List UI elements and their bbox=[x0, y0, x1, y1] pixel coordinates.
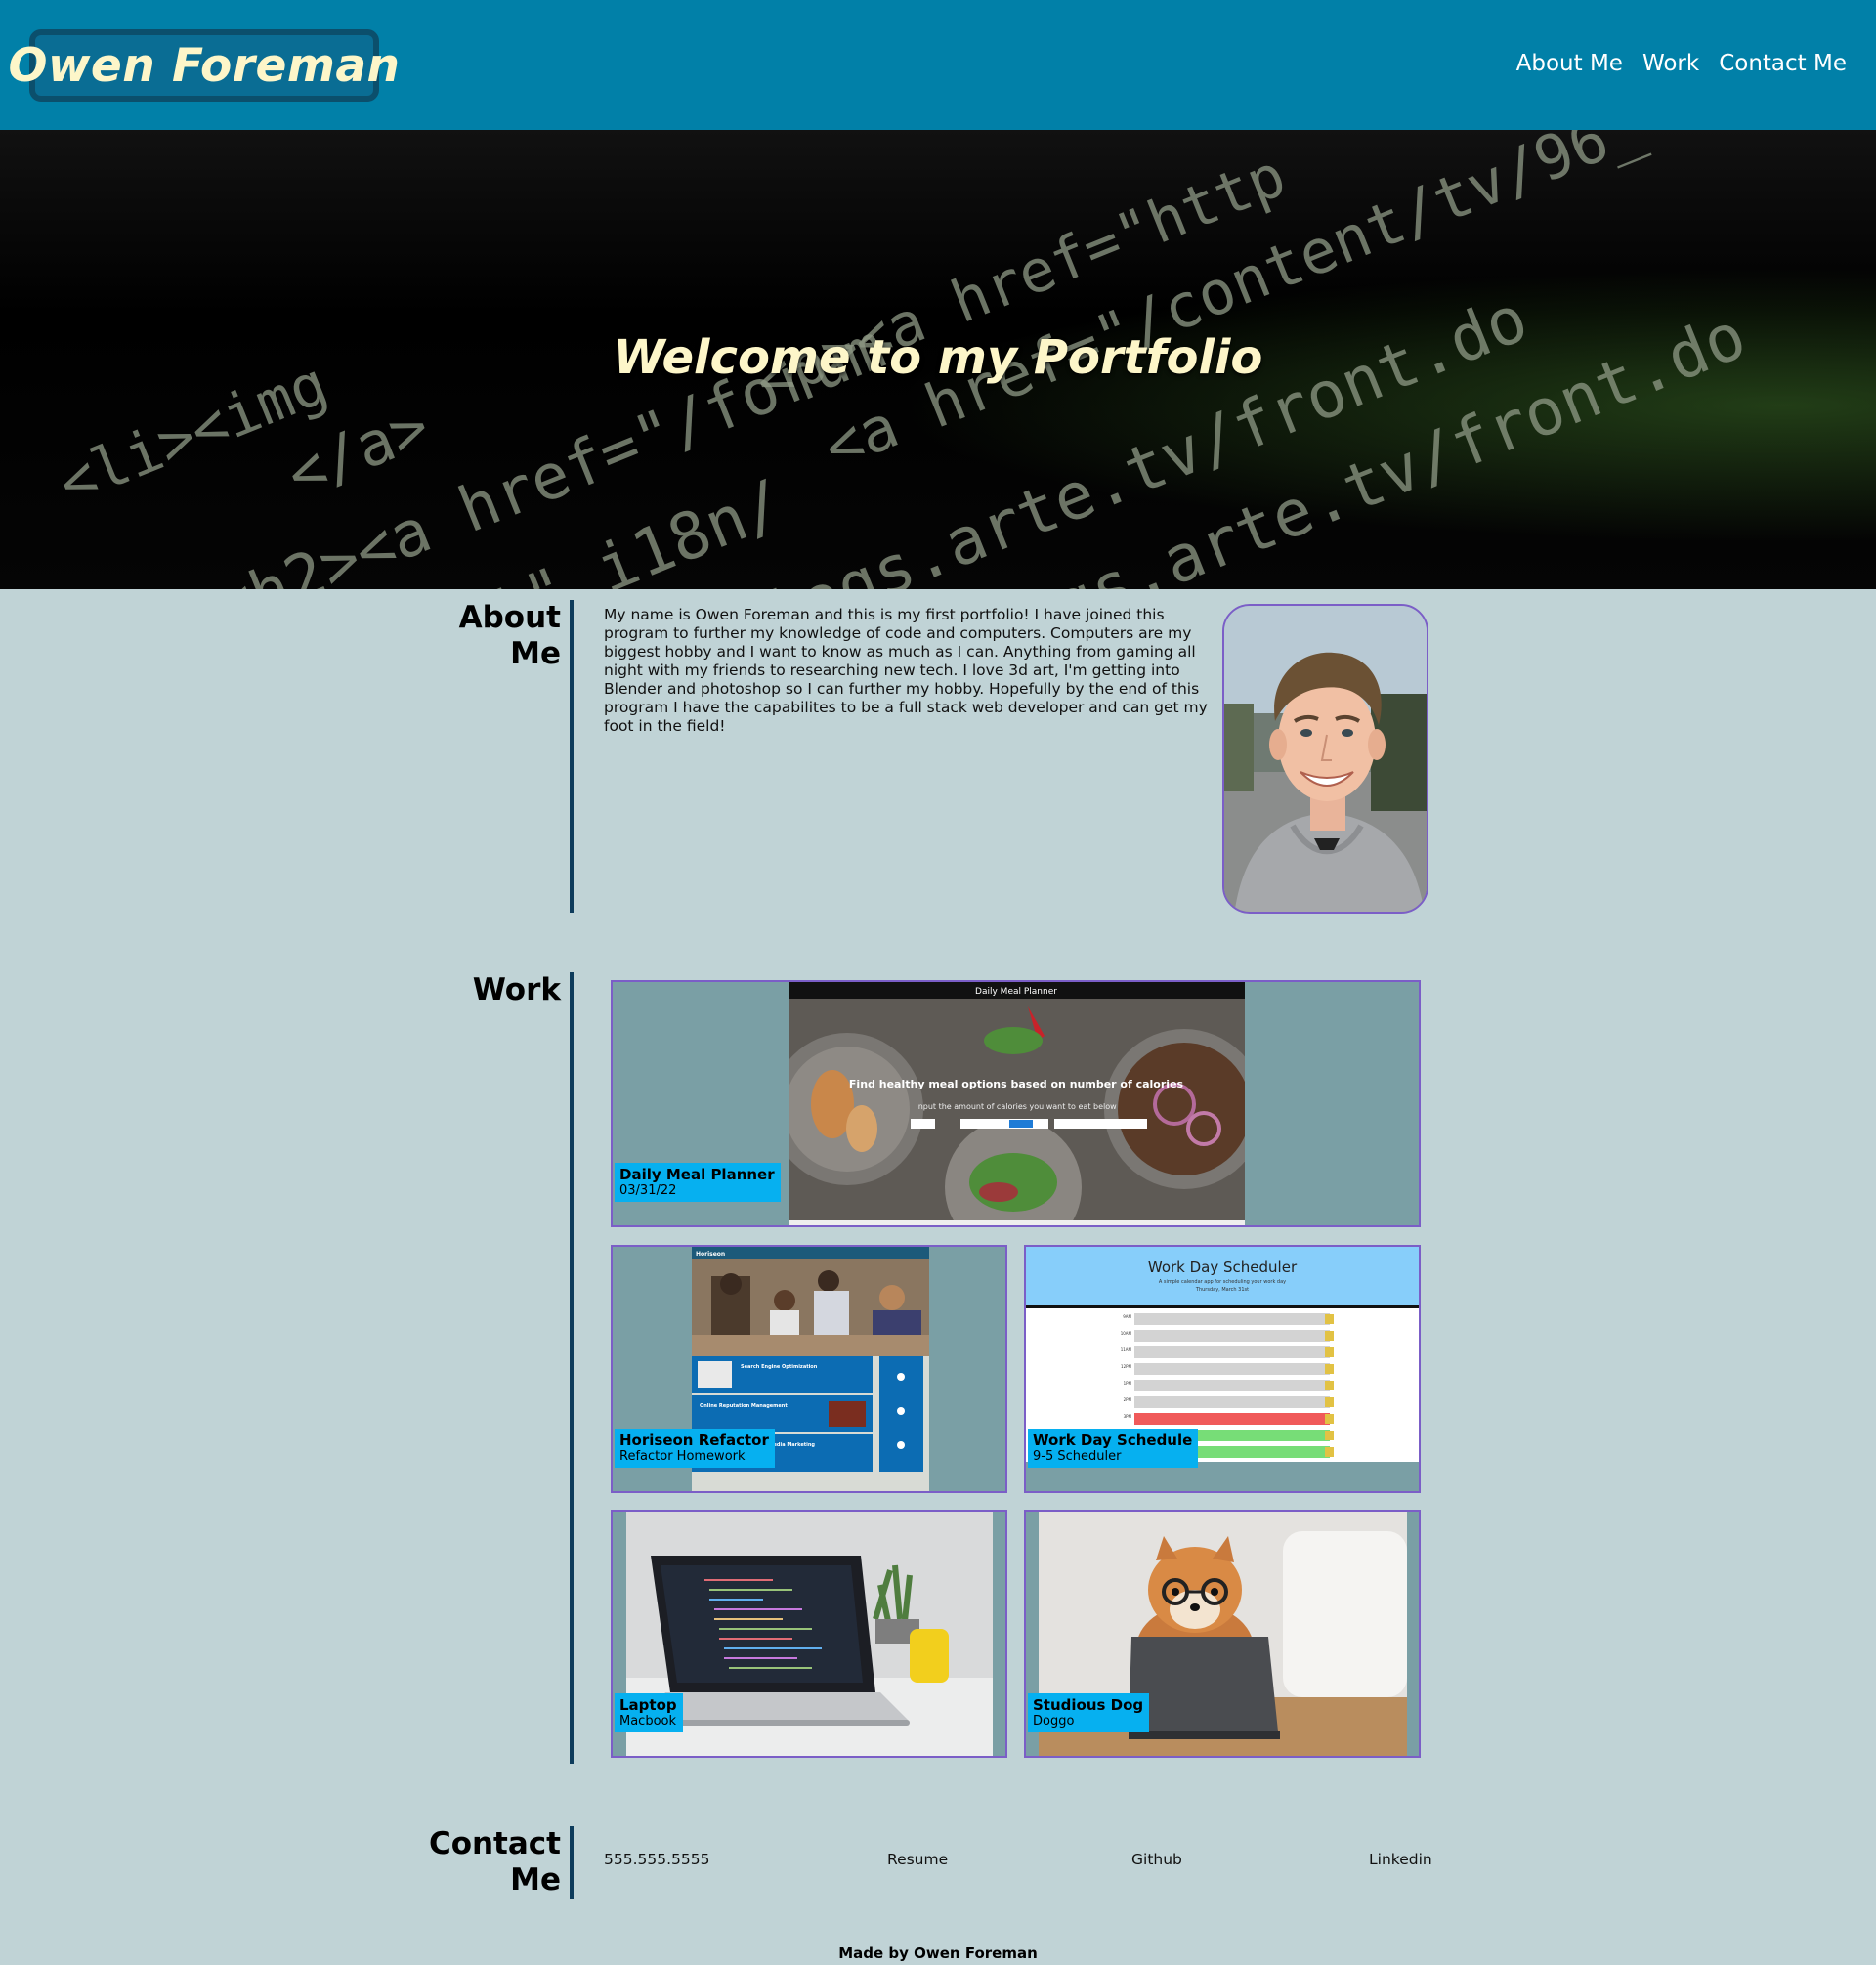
project-title: Horiseon Refactor bbox=[619, 1431, 769, 1449]
scheduler-hour: 11AM bbox=[1121, 1347, 1132, 1352]
site-logo-text: Owen Foreman bbox=[8, 38, 401, 93]
project-label: Studious Dog Doggo bbox=[1028, 1693, 1150, 1732]
main-nav: About Me Work Contact Me bbox=[1516, 51, 1847, 76]
work-heading: Work bbox=[472, 972, 561, 1007]
scheduler-hour: 12PM bbox=[1121, 1364, 1132, 1369]
project-title: Laptop bbox=[619, 1696, 677, 1714]
contact-heading-line2: Me bbox=[510, 1862, 561, 1898]
site-logo[interactable]: Owen Foreman bbox=[8, 29, 400, 102]
site-footer: Made by Owen Foreman bbox=[838, 1944, 1038, 1962]
portrait-photo bbox=[1222, 604, 1428, 914]
scheduler-subtitle: A simple calendar app for scheduling you… bbox=[1159, 1279, 1286, 1285]
scheduler-hour: 9AM bbox=[1123, 1314, 1131, 1319]
project-subtitle: 9-5 Scheduler bbox=[1033, 1449, 1122, 1464]
project-label: Work Day Schedule 9-5 Scheduler bbox=[1028, 1429, 1199, 1468]
project-card-studious-dog[interactable]: Studious Dog Doggo bbox=[1024, 1510, 1421, 1758]
hero-banner: <li><img </a> <h2><a href="/forum <p><a … bbox=[0, 130, 1876, 589]
contact-heading-line1: Contact bbox=[428, 1826, 561, 1861]
about-text: My name is Owen Foreman and this is my f… bbox=[604, 606, 1208, 735]
hero-title: Welcome to my Portfolio bbox=[613, 330, 1263, 385]
scheduler-title: Work Day Scheduler bbox=[1148, 1259, 1298, 1276]
contact-heading: Contact Me bbox=[410, 1826, 561, 1899]
project-title: Work Day Schedule bbox=[1033, 1431, 1193, 1449]
about-heading: About Me bbox=[410, 600, 561, 672]
about-heading-line1: About bbox=[458, 600, 561, 635]
horiseon-block1: Search Engine Optimization bbox=[741, 1364, 818, 1370]
project-title: Studious Dog bbox=[1033, 1696, 1144, 1714]
project-label: Daily Meal Planner 03/31/22 bbox=[615, 1163, 781, 1202]
contact-phone[interactable]: 555.555.5555 bbox=[604, 1851, 709, 1868]
contact-link-github[interactable]: Github bbox=[1131, 1851, 1182, 1868]
scheduler-hour: 3PM bbox=[1124, 1414, 1132, 1419]
meal-planner-headline: Find healthy meal options based on numbe… bbox=[849, 1078, 1184, 1090]
scheduler-hour: 2PM bbox=[1124, 1397, 1132, 1402]
site-header: Owen Foreman About Me Work Contact Me bbox=[0, 0, 1876, 130]
scheduler-hour: 10AM bbox=[1121, 1331, 1132, 1336]
contact-link-linkedin[interactable]: Linkedin bbox=[1369, 1851, 1432, 1868]
project-card-laptop[interactable]: Laptop Macbook bbox=[611, 1510, 1007, 1758]
horiseon-block2: Online Reputation Management bbox=[700, 1403, 788, 1409]
nav-link-about-me[interactable]: About Me bbox=[1516, 51, 1623, 76]
project-label: Horiseon Refactor Refactor Homework bbox=[615, 1429, 775, 1468]
nav-link-contact-me[interactable]: Contact Me bbox=[1719, 51, 1847, 76]
project-card-work-day-schedule[interactable]: Work Day Scheduler A simple calendar app… bbox=[1024, 1245, 1421, 1493]
contact-divider bbox=[570, 1826, 574, 1899]
project-label: Laptop Macbook bbox=[615, 1693, 683, 1732]
project-title: Daily Meal Planner bbox=[619, 1166, 775, 1183]
scheduler-date: Thursday, March 31st bbox=[1195, 1287, 1249, 1293]
about-heading-line2: Me bbox=[510, 636, 561, 671]
project-subtitle: Macbook bbox=[619, 1714, 677, 1729]
project-card-horiseon-refactor[interactable]: Horiseon Search Engine Optimization Onli… bbox=[611, 1245, 1007, 1493]
project-screenshot-meal-planner: Daily Meal Planner Find healthy meal opt… bbox=[789, 982, 1245, 1225]
contact-link-resume[interactable]: Resume bbox=[887, 1851, 948, 1868]
meal-planner-subline: Input the amount of calories you want to… bbox=[916, 1102, 1117, 1111]
project-subtitle: 03/31/22 bbox=[619, 1183, 677, 1198]
about-divider bbox=[570, 600, 574, 913]
work-divider bbox=[570, 972, 574, 1764]
nav-link-work[interactable]: Work bbox=[1642, 51, 1699, 76]
scheduler-hour: 1PM bbox=[1124, 1381, 1132, 1386]
horiseon-brand: Horiseon bbox=[696, 1251, 725, 1258]
project-card-daily-meal-planner[interactable]: Daily Meal Planner Find healthy meal opt… bbox=[611, 980, 1421, 1227]
portrait-illustration bbox=[1224, 606, 1427, 912]
project-subtitle: Doggo bbox=[1033, 1714, 1075, 1729]
project-subtitle: Refactor Homework bbox=[619, 1449, 746, 1464]
meal-planner-header: Daily Meal Planner bbox=[975, 987, 1057, 997]
